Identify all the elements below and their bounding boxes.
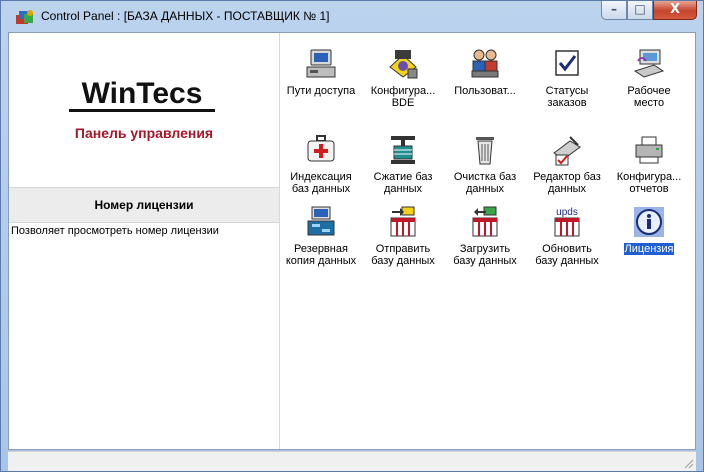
applet-db-indexing[interactable]: Индексация баз данных — [281, 133, 361, 197]
applet-label: Статусы заказов — [545, 85, 589, 109]
minimize-button[interactable]: – — [601, 1, 627, 20]
panel-subtitle: Панель управления — [74, 125, 214, 141]
applet-label: Конфигура... BDE — [370, 85, 436, 109]
control-panel-window: Control Panel : [БАЗА ДАННЫХ - ПОСТАВЩИК… — [0, 0, 704, 472]
applet-workplace[interactable]: Рабочее место — [609, 47, 689, 111]
db-editor-icon — [553, 136, 581, 166]
applet-label: Очистка баз данных — [453, 171, 517, 195]
logo-text: WinTecs — [82, 77, 203, 110]
applet-report-config[interactable]: Конфигура... отчетов — [609, 133, 689, 197]
svg-text:upds: upds — [556, 207, 578, 218]
applet-label: Индексация баз данных — [290, 171, 352, 195]
applet-label: Отправить базу данных — [371, 243, 435, 267]
applet-backup[interactable]: Резервная копия данных — [281, 205, 361, 269]
applet-db-editor[interactable]: Редактор баз данных — [527, 133, 607, 197]
applet-bde-config[interactable]: Конфигура... BDE — [363, 47, 443, 111]
maximize-button[interactable]: □ — [627, 1, 653, 20]
title-bar[interactable]: Control Panel : [БАЗА ДАННЫХ - ПОСТАВЩИК… — [1, 1, 703, 31]
maximize-icon: □ — [634, 2, 646, 16]
backup-icon — [307, 206, 335, 236]
minimize-icon: – — [611, 2, 617, 16]
applet-label: Конфигура... отчетов — [616, 171, 682, 195]
applet-label: Сжатие баз данных — [373, 171, 433, 195]
selected-item-header: Номер лицензии — [9, 187, 279, 223]
client-area: WinTecs Панель управления Номер лицензии… — [8, 32, 696, 450]
applet-update-db[interactable]: upds Обновить базу данных — [527, 205, 607, 269]
applet-label: Рабочее место — [627, 85, 671, 109]
applet-access-paths[interactable]: Пути доступа — [281, 47, 361, 99]
applet-label: Пути доступа — [286, 85, 356, 97]
applet-send-db[interactable]: Отправить базу данных — [363, 205, 443, 269]
close-button[interactable]: X — [653, 1, 697, 20]
window-title: Control Panel : [БАЗА ДАННЫХ - ПОСТАВЩИК… — [41, 9, 330, 23]
applet-load-db[interactable]: Загрузить базу данных — [445, 205, 525, 269]
applet-label: Обновить базу данных — [535, 243, 599, 267]
wintecs-logo: WinTecs — [69, 77, 215, 112]
status-bar — [8, 451, 696, 471]
compress-icon — [391, 136, 415, 164]
update-db-icon: upds — [554, 207, 580, 237]
applet-label: Пользоват... — [454, 85, 516, 97]
trash-icon — [476, 137, 494, 165]
printer-icon — [635, 136, 663, 164]
applet-label: Редактор баз данных — [533, 171, 601, 195]
send-db-icon — [390, 206, 416, 237]
applet-label: Загрузить базу данных — [453, 243, 517, 267]
load-db-icon — [472, 206, 498, 237]
workplace-icon — [633, 49, 665, 78]
applet-license[interactable]: Лицензия — [609, 205, 689, 257]
bde-config-icon — [389, 50, 418, 79]
applet-db-cleanup[interactable]: Очистка баз данных — [445, 133, 525, 197]
applet-grid: Пути доступа Конфигура... BDE Пользоват.… — [281, 33, 695, 449]
info-icon — [634, 207, 664, 237]
selected-item-title: Номер лицензии — [94, 198, 194, 212]
users-icon — [471, 49, 499, 78]
medical-kit-icon — [307, 135, 335, 162]
applet-label: Резервная копия данных — [285, 243, 357, 267]
selected-item-description: Позволяет просмотреть номер лицензии — [11, 225, 219, 237]
computer-icon — [306, 49, 336, 78]
checkbox-icon — [555, 50, 579, 76]
info-panel: WinTecs Панель управления Номер лицензии… — [9, 33, 280, 449]
resize-grip-icon[interactable] — [682, 457, 694, 469]
applet-label: Лицензия — [623, 243, 675, 255]
control-panel-app-icon — [16, 10, 33, 24]
window-controls: – □ X — [601, 1, 697, 20]
applet-order-statuses[interactable]: Статусы заказов — [527, 47, 607, 111]
close-icon: X — [669, 2, 681, 17]
applet-db-compress[interactable]: Сжатие баз данных — [363, 133, 443, 197]
applet-users[interactable]: Пользоват... — [445, 47, 525, 99]
